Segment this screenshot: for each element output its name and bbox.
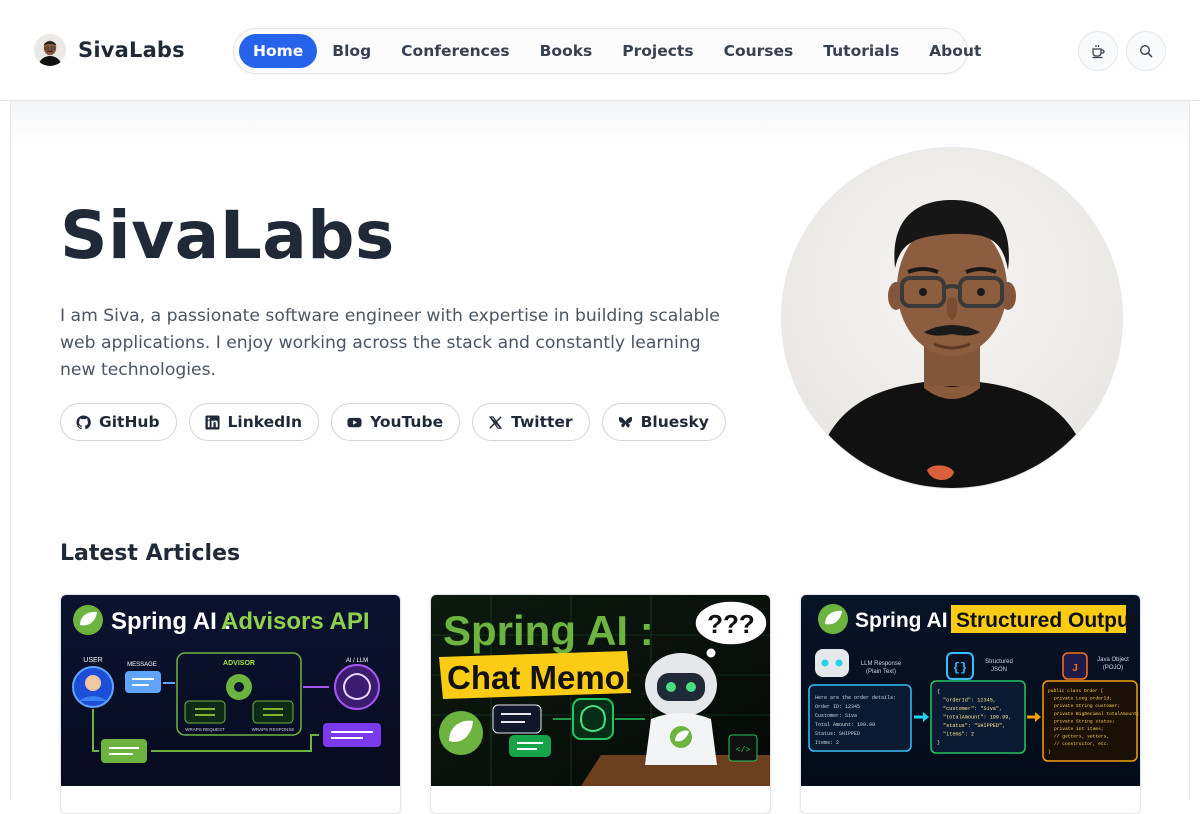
x-twitter-icon (489, 415, 503, 429)
svg-text:(Plain Text): (Plain Text) (866, 669, 896, 675)
youtube-icon (347, 417, 362, 427)
brand-name: SivaLabs (78, 38, 185, 62)
nav-blog[interactable]: Blog (317, 34, 386, 68)
github-link[interactable]: GitHub (60, 403, 177, 441)
theme-coffee-icon (1092, 45, 1105, 59)
github-label: GitHub (99, 413, 160, 431)
linkedin-icon (205, 414, 220, 430)
article-card[interactable]: Spring AI : Chat Memory ??? </> (430, 594, 771, 814)
code-line: } (937, 740, 940, 746)
nav-conferences[interactable]: Conferences (386, 34, 524, 68)
card2-bubble: ??? (707, 609, 755, 639)
code-line: "status": "SHIPPED", (943, 723, 1005, 729)
article-card[interactable]: Spring AI : Advisors API USER MESSAGE AD… (60, 594, 401, 814)
card2-headline-a: Spring AI : (443, 607, 654, 654)
svg-text:JSON: JSON (991, 667, 1007, 673)
article-thumbnail: Spring AI : Structured Output LLM Respon… (801, 595, 1140, 786)
code-line: } (1048, 749, 1051, 755)
svg-text:{}: {} (953, 661, 967, 675)
latest-articles-title: Latest Articles (60, 541, 241, 566)
nav-projects[interactable]: Projects (607, 34, 708, 68)
nav-courses[interactable]: Courses (709, 34, 809, 68)
code-line: private String customer; (1054, 703, 1120, 709)
bluesky-butterfly-icon (618, 416, 632, 427)
svg-text:Java Object: Java Object (1097, 657, 1129, 663)
nav-tutorials[interactable]: Tutorials (808, 34, 914, 68)
bluesky-link[interactable]: Bluesky (601, 403, 726, 441)
twitter-link[interactable]: Twitter (472, 403, 590, 441)
card3-headline-a: Spring AI : (855, 609, 960, 632)
github-icon (76, 414, 91, 429)
code-line: public class Order { (1048, 688, 1103, 694)
social-links: GitHub LinkedIn YouTube Twitter Bluesky (60, 403, 726, 441)
code-line: { (937, 689, 940, 695)
code-line: private String status; (1054, 718, 1115, 724)
card2-headline-b: Chat Memory (447, 659, 657, 696)
code-line: Customer: Siva (815, 713, 857, 719)
svg-text:AI / LLM: AI / LLM (346, 658, 368, 664)
code-line: Total Amount: 199.99 (815, 722, 875, 728)
linkedin-link[interactable]: LinkedIn (188, 403, 320, 441)
article-card[interactable]: Spring AI : Structured Output LLM Respon… (800, 594, 1141, 814)
code-line: private Long orderId; (1054, 696, 1112, 702)
svg-text:USER: USER (83, 657, 102, 664)
brand-avatar (34, 34, 66, 66)
card1-headline-a: Spring AI : (111, 608, 231, 635)
svg-text:MESSAGE: MESSAGE (127, 662, 157, 668)
code-line: private int items; (1054, 726, 1104, 732)
code-line: Items: 2 (815, 740, 839, 746)
bluesky-label: Bluesky (640, 413, 709, 431)
svg-text:LLM Response: LLM Response (861, 661, 902, 667)
code-line: "customer": "Siva", (943, 706, 1002, 712)
code-line: Status: SHIPPED (815, 731, 860, 737)
hero-description: I am Siva, a passionate software enginee… (60, 306, 720, 380)
main-content: SivaLabs I am Siva, a passionate softwar… (10, 101, 1190, 814)
linkedin-label: LinkedIn (227, 413, 303, 431)
theme-toggle-button[interactable] (1078, 31, 1118, 71)
search-button[interactable] (1126, 31, 1166, 71)
brand-link[interactable]: SivaLabs (34, 34, 185, 66)
card1-headline-b: Advisors API (221, 608, 370, 635)
code-line: // constructor, etc. (1054, 741, 1109, 747)
hero-title: SivaLabs (60, 197, 395, 274)
youtube-link[interactable]: YouTube (331, 403, 461, 441)
code-line: Here are the order details: (815, 695, 896, 701)
code-line: // getters, setters, (1054, 734, 1109, 740)
profile-photo (782, 148, 1122, 488)
youtube-label: YouTube (370, 413, 444, 431)
svg-text:ADVISOR: ADVISOR (223, 660, 255, 667)
svg-text:WRAPS RESPONSE: WRAPS RESPONSE (252, 727, 295, 732)
nav-home[interactable]: Home (239, 34, 318, 68)
code-line: "orderId": 12345, (943, 698, 996, 704)
code-line: "items": 2 (943, 732, 974, 738)
svg-text:J: J (1072, 663, 1078, 674)
card3-headline-b: Structured Output (956, 609, 1137, 632)
article-thumbnail: Spring AI : Chat Memory ??? </> (431, 595, 770, 786)
code-line: "totalAmount": 199.99, (943, 715, 1012, 721)
svg-text:WRAPS REQUEST: WRAPS REQUEST (185, 727, 225, 732)
main-nav: Home Blog Conferences Books Projects Cou… (233, 28, 981, 74)
article-thumbnail: Spring AI : Advisors API USER MESSAGE AD… (61, 595, 400, 786)
code-line: Order ID: 12345 (815, 704, 860, 710)
svg-text:Structured: Structured (985, 659, 1013, 665)
nav-books[interactable]: Books (525, 34, 608, 68)
nav-about[interactable]: About (914, 34, 996, 68)
twitter-label: Twitter (511, 413, 573, 431)
search-icon (1139, 44, 1153, 58)
site-header: SivaLabs Home Blog Conferences Books Pro… (0, 0, 1200, 101)
code-line: private BigDecimal totalAmount; (1054, 711, 1139, 717)
svg-text:(POJO): (POJO) (1103, 665, 1123, 671)
svg-text:</>: </> (736, 746, 751, 755)
